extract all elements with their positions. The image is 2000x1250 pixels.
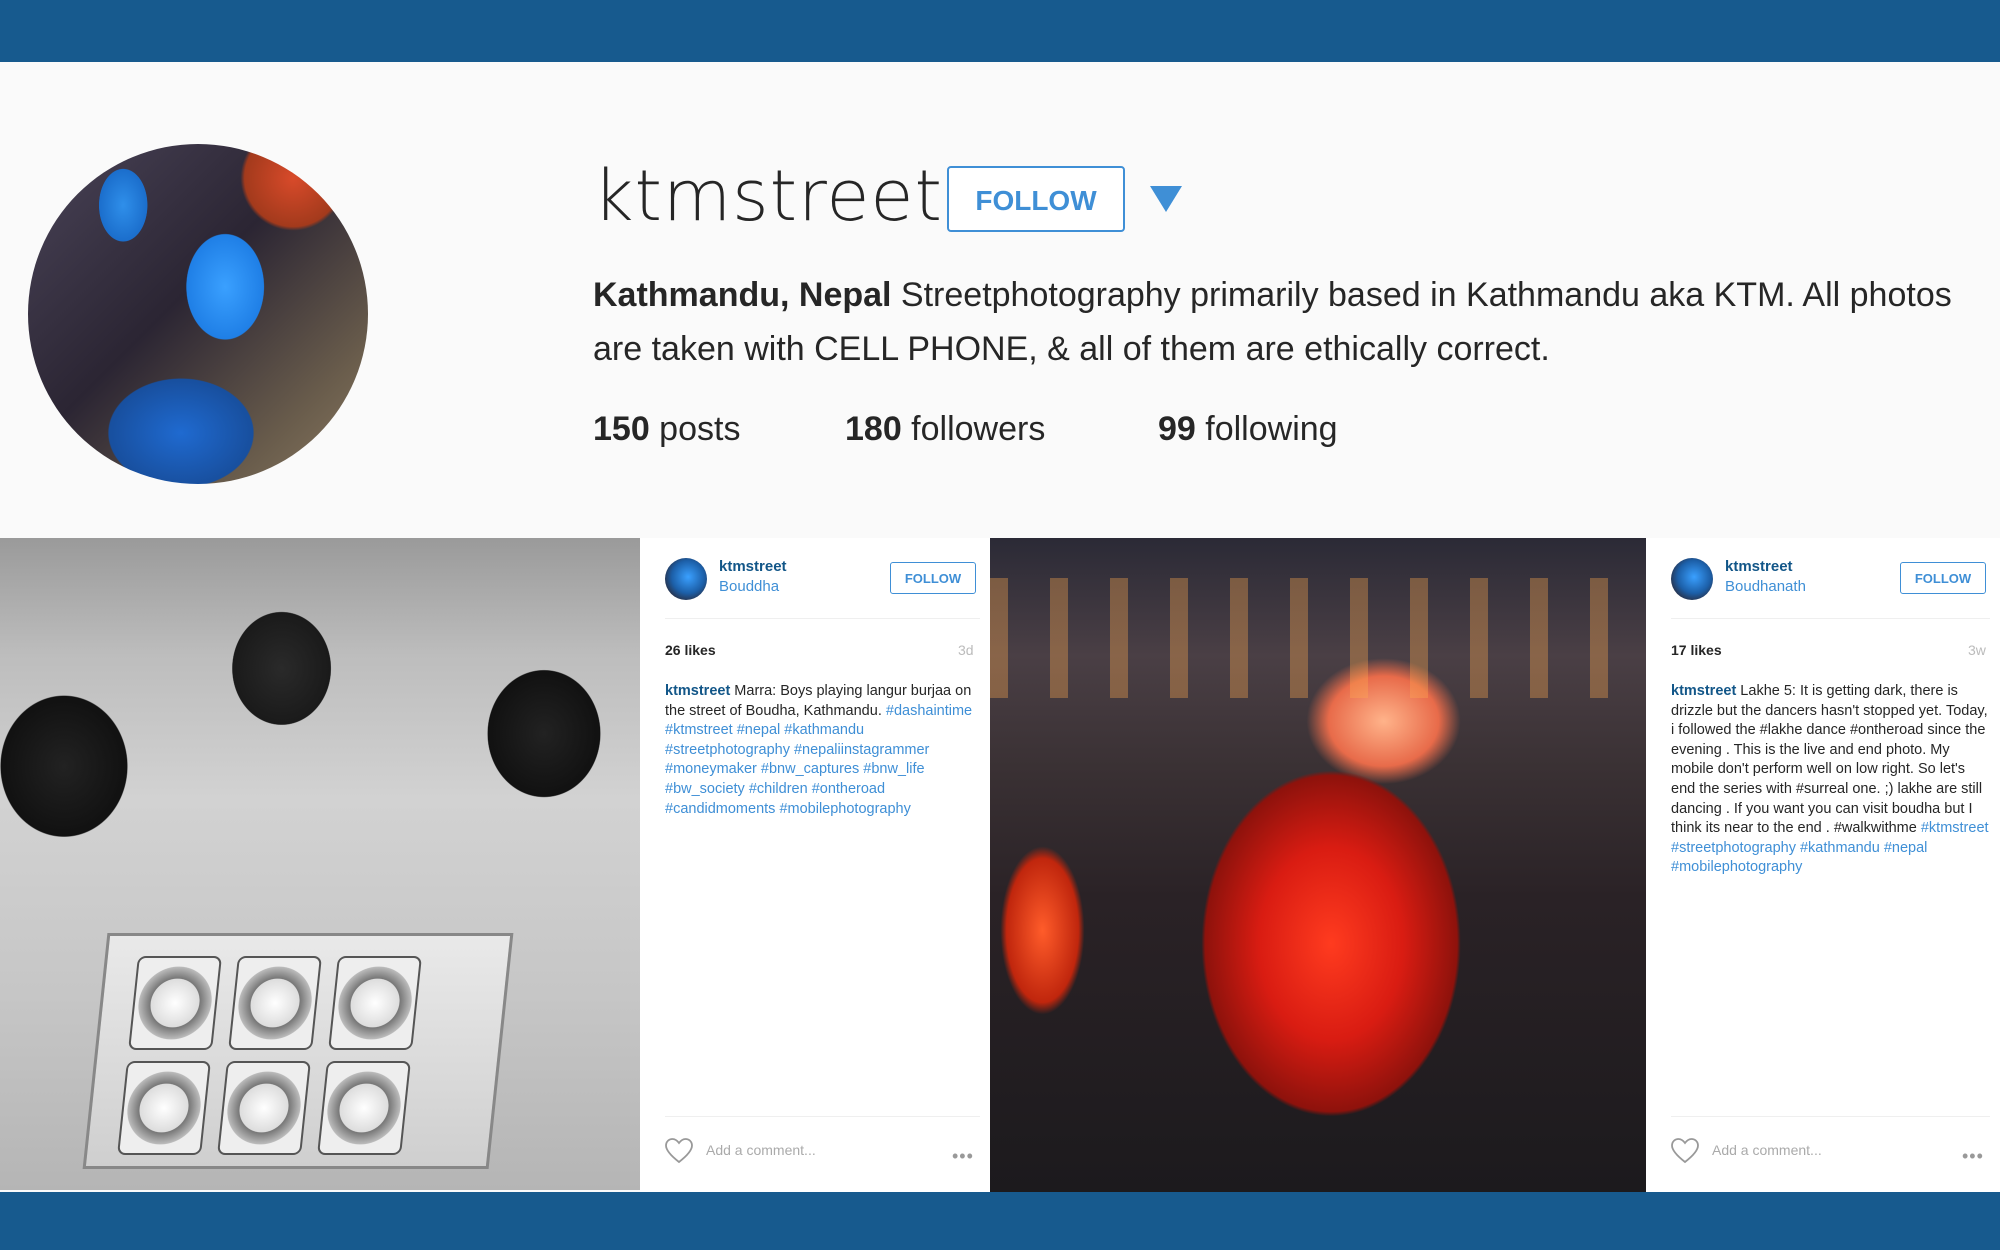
post-time[interactable]: 3w	[1968, 642, 1986, 658]
divider	[1671, 618, 1990, 619]
stat-posts: 150 posts	[593, 410, 740, 449]
heart-icon[interactable]	[665, 1138, 693, 1164]
post-panel-1: ktmstreet Bouddha FOLLOW 26 likes 3d ktm…	[640, 538, 990, 1192]
divider	[665, 618, 980, 619]
post-follow-button[interactable]: FOLLOW	[890, 562, 976, 594]
board-tile	[217, 1061, 311, 1155]
follow-button[interactable]: FOLLOW	[947, 166, 1125, 232]
post-location[interactable]: Boudhanath	[1725, 578, 1806, 595]
post-location[interactable]: Bouddha	[719, 578, 779, 595]
dropdown-arrow-icon[interactable]	[1150, 186, 1182, 212]
post-avatar[interactable]	[1671, 558, 1713, 600]
board-tile	[128, 956, 222, 1050]
posts-label: posts	[649, 410, 741, 448]
following-count: 99	[1158, 410, 1196, 448]
followers-count: 180	[845, 410, 902, 448]
stat-following[interactable]: 99 following	[1158, 410, 1338, 449]
game-board-graphic	[82, 933, 514, 1169]
followers-label: followers	[901, 410, 1046, 448]
post-avatar[interactable]	[665, 558, 707, 600]
profile-avatar	[28, 144, 368, 484]
post-follow-button[interactable]: FOLLOW	[1900, 562, 1986, 594]
post-likes[interactable]: 26 likes	[665, 642, 716, 658]
divider	[1671, 1116, 1990, 1117]
caption-username[interactable]: ktmstreet	[665, 683, 730, 699]
post-caption: ktmstreet Marra: Boys playing langur bur…	[665, 682, 983, 819]
caption-text: Lakhe 5: It is getting dark, there is dr…	[1671, 683, 1988, 837]
following-label: following	[1195, 410, 1338, 448]
more-options-icon[interactable]: •••	[952, 1146, 974, 1167]
board-tile	[317, 1061, 411, 1155]
post-time[interactable]: 3d	[958, 642, 974, 658]
comment-input[interactable]: Add a comment...	[1712, 1142, 1822, 1158]
more-options-icon[interactable]: •••	[1962, 1146, 1984, 1167]
stat-followers[interactable]: 180 followers	[845, 410, 1045, 449]
bio-location: Kathmandu, Nepal	[593, 276, 892, 314]
bottom-frame-bar	[0, 1192, 2000, 1250]
caption-hashtags[interactable]: #dashaintime #ktmstreet #nepal #kathmand…	[665, 703, 972, 817]
post-username[interactable]: ktmstreet	[719, 558, 787, 575]
profile-bio: Kathmandu, Nepal Streetphotography prima…	[593, 268, 1983, 376]
top-frame-bar	[0, 0, 2000, 62]
street-lights-graphic	[990, 578, 1646, 698]
board-tile	[328, 956, 422, 1050]
posts-count: 150	[593, 410, 650, 448]
post-likes[interactable]: 17 likes	[1671, 642, 1722, 658]
divider	[665, 1116, 980, 1117]
post-username[interactable]: ktmstreet	[1725, 558, 1793, 575]
post-photo-boys-playing[interactable]	[0, 538, 640, 1190]
profile-username: ktmstreet	[593, 155, 943, 237]
board-tile	[117, 1061, 211, 1155]
heart-icon[interactable]	[1671, 1138, 1699, 1164]
post-photo-lakhe-dance[interactable]	[990, 538, 1646, 1192]
post-caption: ktmstreet Lakhe 5: It is getting dark, t…	[1671, 682, 1991, 878]
board-tile	[228, 956, 322, 1050]
caption-username[interactable]: ktmstreet	[1671, 683, 1736, 699]
post-panel-2: ktmstreet Boudhanath FOLLOW 17 likes 3w …	[1646, 538, 2000, 1192]
comment-input[interactable]: Add a comment...	[706, 1142, 816, 1158]
